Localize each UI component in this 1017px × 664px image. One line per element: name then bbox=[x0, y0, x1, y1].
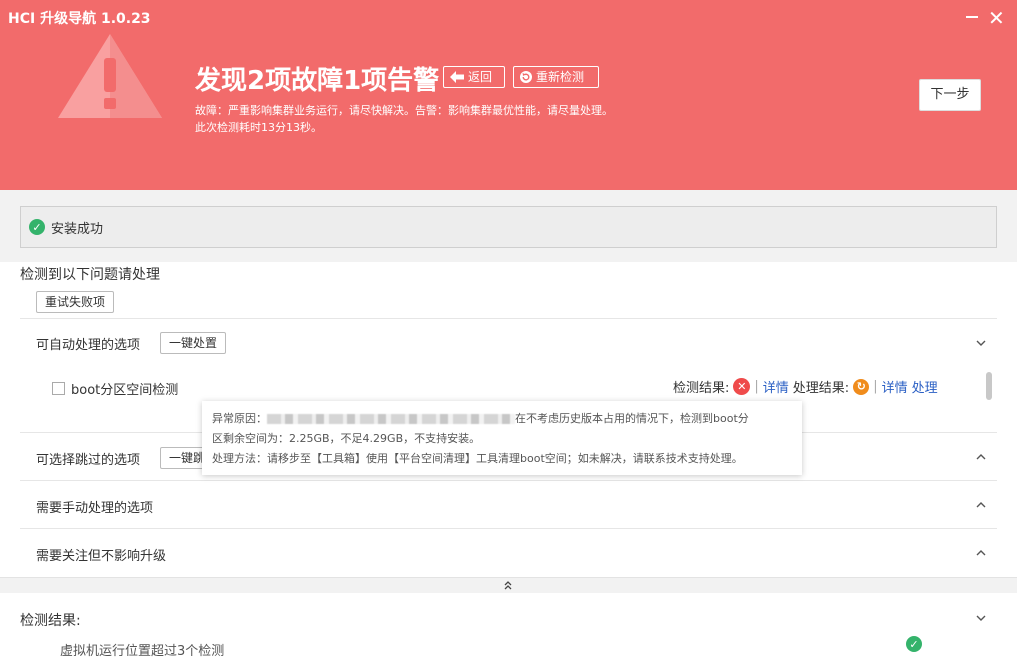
check-circle-icon: ✓ bbox=[29, 219, 45, 235]
severity-description: 故障：严重影响集群业务运行，请尽快解决。告警：影响集群最优性能，请尽量处理。 bbox=[195, 104, 613, 117]
recheck-button-label: 重新检测 bbox=[536, 70, 585, 84]
processing-icon: ↻ bbox=[853, 378, 870, 395]
process-detail-link[interactable]: 详情 bbox=[882, 377, 908, 396]
check-detail-link[interactable]: 详情 bbox=[763, 377, 789, 396]
issue-tooltip: 异常原因： 在不考虑历史版本占用的情况下，检测到boot分 区剩余空间为：2.25… bbox=[202, 401, 802, 475]
chevron-down-icon[interactable] bbox=[975, 612, 987, 624]
list-item-boot-check: boot分区空间检测 bbox=[52, 379, 178, 398]
chevron-up-icon[interactable] bbox=[975, 547, 987, 559]
group-skip-label[interactable]: 可选择跳过的选项 bbox=[36, 449, 140, 468]
install-status-text: 安装成功 bbox=[51, 221, 104, 237]
refresh-icon bbox=[520, 71, 532, 83]
item-results: 检测结果: ✕ | 详情 处理结果: ↻ | 详情 处理 bbox=[673, 377, 938, 396]
chevron-up-icon[interactable] bbox=[975, 451, 987, 463]
tooltip-reason: 异常原因： 在不考虑历史版本占用的情况下，检测到boot分 bbox=[212, 412, 749, 425]
tooltip-reason-cont: 区剩余空间为：2.25GB，不足4.29GB，不支持安装。 bbox=[212, 432, 481, 445]
back-button-label: 返回 bbox=[468, 70, 493, 84]
auto-handle-button[interactable]: 一键处置 bbox=[160, 332, 226, 354]
chevron-up-icon[interactable] bbox=[975, 499, 987, 511]
scrollbar[interactable] bbox=[986, 372, 992, 400]
result-item-label: 虚拟机运行位置超过3个检测 bbox=[60, 644, 225, 659]
results-title: 检测结果: bbox=[20, 613, 81, 629]
next-step-button[interactable]: 下一步 bbox=[919, 79, 981, 111]
check-result-label: 检测结果: bbox=[673, 381, 730, 396]
error-icon: ✕ bbox=[733, 378, 751, 395]
divider bbox=[20, 318, 997, 319]
separator: | bbox=[754, 379, 759, 394]
check-circle-icon: ✓ bbox=[906, 636, 922, 652]
group-manual-label[interactable]: 需要手动处理的选项 bbox=[36, 497, 153, 516]
process-result-label: 处理结果: bbox=[792, 381, 850, 396]
elapsed-time: 此次检测耗时13分13秒。 bbox=[195, 121, 322, 134]
process-link[interactable]: 处理 bbox=[912, 377, 938, 396]
page-title: 发现2项故障1项告警 bbox=[195, 66, 440, 96]
issues-title: 检测到以下问题请处理 bbox=[20, 267, 160, 283]
arrow-left-icon bbox=[450, 71, 464, 83]
group-auto-label[interactable]: 可自动处理的选项 bbox=[36, 334, 140, 353]
double-chevron-up-icon[interactable] bbox=[502, 579, 514, 591]
redacted-text bbox=[267, 414, 515, 424]
divider bbox=[20, 480, 997, 481]
minimize-button[interactable] bbox=[966, 16, 978, 18]
item-label: boot分区空间检测 bbox=[71, 383, 179, 398]
warning-triangle-icon bbox=[58, 34, 162, 118]
alert-header: HCI 升级导航 1.0.23 ✕ 发现2项故障1项告警 返回 重新检测 故障：… bbox=[0, 0, 1017, 190]
item-checkbox[interactable] bbox=[52, 382, 65, 395]
chevron-down-icon[interactable] bbox=[975, 337, 987, 349]
separator: | bbox=[873, 379, 878, 394]
app-title: HCI 升级导航 1.0.23 bbox=[8, 11, 151, 27]
retry-failed-button[interactable]: 重试失败项 bbox=[36, 291, 114, 313]
group-attention-label[interactable]: 需要关注但不影响升级 bbox=[36, 545, 166, 564]
divider bbox=[20, 528, 997, 529]
back-button[interactable]: 返回 bbox=[443, 66, 505, 88]
close-button[interactable]: ✕ bbox=[988, 7, 1005, 29]
tooltip-method: 处理方法：请移步至【工具箱】使用【平台空间清理】工具清理boot空间；如未解决，… bbox=[212, 452, 743, 465]
install-status-bar: ✓ 安装成功 bbox=[20, 206, 997, 248]
recheck-button[interactable]: 重新检测 bbox=[513, 66, 599, 88]
